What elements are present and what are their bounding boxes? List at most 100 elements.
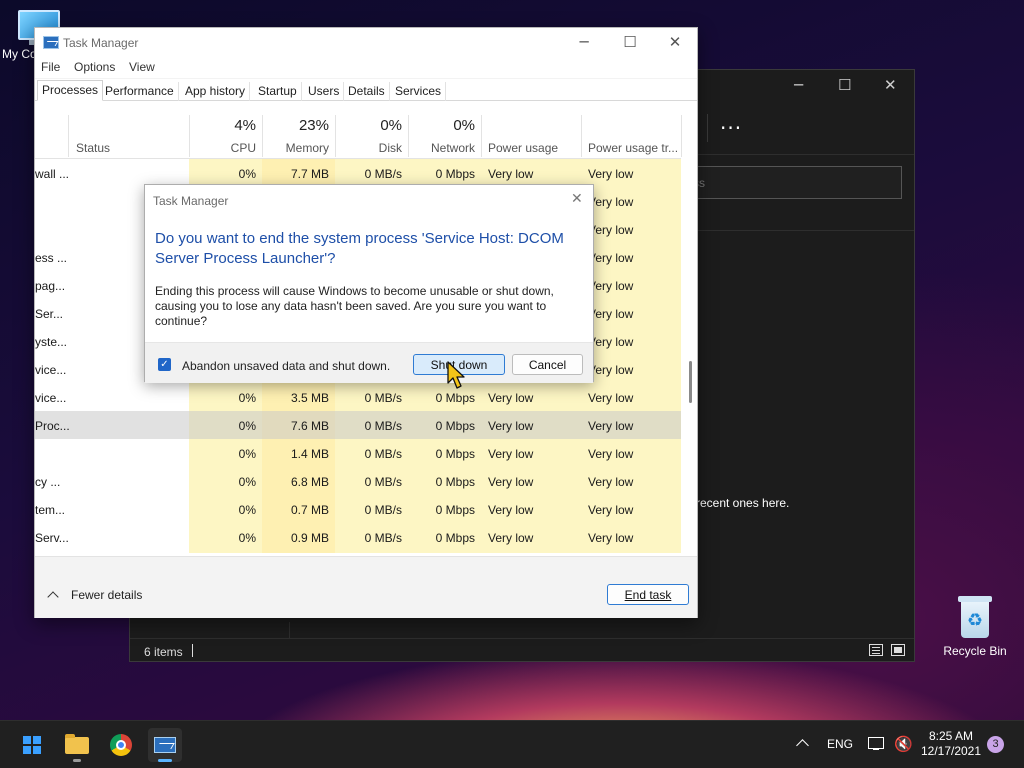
table-row[interactable]: Proc... 0% 7.6 MB 0 MB/s 0 Mbps Very low Very … [35,411,681,439]
process-name: Serv... [35,531,69,545]
start-button[interactable] [15,728,49,762]
recycle-bin-desktop-icon[interactable]: ♻ Recycle Bin [938,596,1012,658]
memory-value: 0.7 MB [290,503,329,517]
table-row[interactable]: Serv... 0% 0.9 MB 0 MB/s 0 Mbps Very low Very … [35,523,681,551]
memory-value: 7.7 MB [290,167,329,181]
column-power-usage[interactable]: Power usage [488,141,558,155]
minimize-icon[interactable]: ─ [794,76,803,94]
tab-processes[interactable]: Processes [37,80,104,101]
vertical-scrollbar[interactable] [689,361,692,403]
table-row[interactable]: wall ... 0% 7.7 MB 0 MB/s 0 Mbps Very low Very… [35,159,681,187]
details-view-icon[interactable] [869,644,883,656]
close-icon[interactable]: ✕ [884,76,897,94]
network-value: 0 Mbps [435,391,475,405]
power-usage-value: Very low [488,419,534,433]
recycle-bin-label: Recycle Bin [943,644,1007,658]
close-icon[interactable]: ✕ [652,33,698,53]
table-row[interactable]: tem... 0% 0.7 MB 0 MB/s 0 Mbps Very low Very l… [35,495,681,523]
column-power-usage-trend[interactable]: Power usage tr... [588,141,678,155]
file-explorer-taskbar-button[interactable] [60,728,94,762]
menu-view[interactable]: View [129,60,155,74]
process-name: wall ... [35,167,70,181]
memory-value: 7.6 MB [290,419,329,433]
column-cpu[interactable]: CPU [189,141,256,155]
cpu-value: 0% [238,447,256,461]
abandon-data-label[interactable]: Abandon unsaved data and shut down. [182,359,390,373]
power-trend-value: Very low [588,531,634,545]
cpu-value: 0% [238,503,256,517]
process-name: vice... [35,391,67,405]
network-value: 0 Mbps [435,503,475,517]
power-trend-value: Very low [588,503,634,517]
menu-options[interactable]: Options [74,60,115,74]
column-disk[interactable]: Disk [335,141,402,155]
end-task-button[interactable]: End task [607,584,689,605]
explorer-search-input[interactable]: ss [686,166,902,199]
dialog-footer: ✓ Abandon unsaved data and shut down. Sh… [145,342,593,383]
dialog-body: Ending this process will cause Windows t… [155,284,554,328]
show-hidden-icons-icon[interactable] [796,739,809,752]
disk-value: 0 MB/s [364,475,402,489]
power-trend-value: Very low [588,363,634,377]
power-usage-value: Very low [488,391,534,405]
item-count: 6 items [144,645,183,659]
disk-value: 0 MB/s [364,503,402,517]
chrome-taskbar-button[interactable] [104,728,138,762]
tab-services[interactable]: Services [391,82,447,101]
close-icon[interactable]: ✕ [571,191,583,207]
language-indicator[interactable]: ENG [827,737,853,751]
tab-app-history[interactable]: App history [181,82,251,101]
memory-total: 23% [298,117,329,134]
abandon-data-checkbox[interactable]: ✓ [158,358,171,371]
disk-total: 0% [380,117,402,134]
tab-performance[interactable]: Performance [101,82,179,101]
mouse-cursor-icon [447,361,465,389]
power-usage-value: Very low [488,503,534,517]
network-value: 0 Mbps [435,447,475,461]
table-row[interactable]: cy ... 0% 6.8 MB 0 MB/s 0 Mbps Very low Very l… [35,467,681,495]
memory-value: 1.4 MB [290,447,329,461]
power-trend-value: Very low [588,223,634,237]
column-status[interactable]: Status [76,141,110,155]
cpu-total: 4% [234,117,256,134]
column-network[interactable]: Network [408,141,475,155]
table-row[interactable]: 0% 1.4 MB 0 MB/s 0 Mbps Very low Very low [35,439,681,467]
chevron-up-icon [47,591,59,603]
notification-badge[interactable]: 3 [987,736,1004,753]
network-value: 0 Mbps [435,475,475,489]
power-trend-value: Very low [588,195,634,209]
tiles-view-icon[interactable] [891,644,905,656]
volume-muted-icon[interactable]: 🔇 [894,735,913,753]
memory-value: 3.5 MB [290,391,329,405]
task-manager-titlebar: Task Manager ─ ☐ ✕ [35,28,697,58]
table-row[interactable]: vice... 0% 3.5 MB 0 MB/s 0 Mbps Very low Very … [35,383,681,411]
clock[interactable]: 8:25 AM 12/17/2021 [920,729,982,759]
more-icon[interactable]: ··· [720,116,742,140]
fewer-details-button[interactable]: Fewer details [47,588,142,603]
disk-value: 0 MB/s [364,391,402,405]
maximize-icon[interactable]: ☐ [607,33,653,53]
minimize-icon[interactable]: ─ [561,33,607,53]
dialog-title: Task Manager [153,194,229,208]
power-trend-value: Very low [588,335,634,349]
column-memory[interactable]: Memory [262,141,329,155]
network-icon[interactable] [868,737,884,750]
memory-value: 6.8 MB [290,475,329,489]
tab-users[interactable]: Users [304,82,345,101]
cpu-value: 0% [238,531,256,545]
process-name: Proc... [35,419,70,433]
cpu-value: 0% [238,475,256,489]
task-manager-footer: Fewer details End task [35,556,697,618]
maximize-icon[interactable]: ☐ [838,76,851,94]
power-usage-value: Very low [488,447,534,461]
process-name: pag... [35,279,66,293]
menu-bar: File Options View [35,58,697,78]
explorer-status-bar: 6 items [130,638,914,663]
cancel-button[interactable]: Cancel [512,354,583,375]
task-manager-taskbar-button[interactable] [148,728,182,762]
tab-startup[interactable]: Startup [254,82,302,101]
tab-details[interactable]: Details [344,82,390,101]
power-usage-value: Very low [488,475,534,489]
clock-time: 8:25 AM [928,729,974,743]
menu-file[interactable]: File [41,60,60,74]
